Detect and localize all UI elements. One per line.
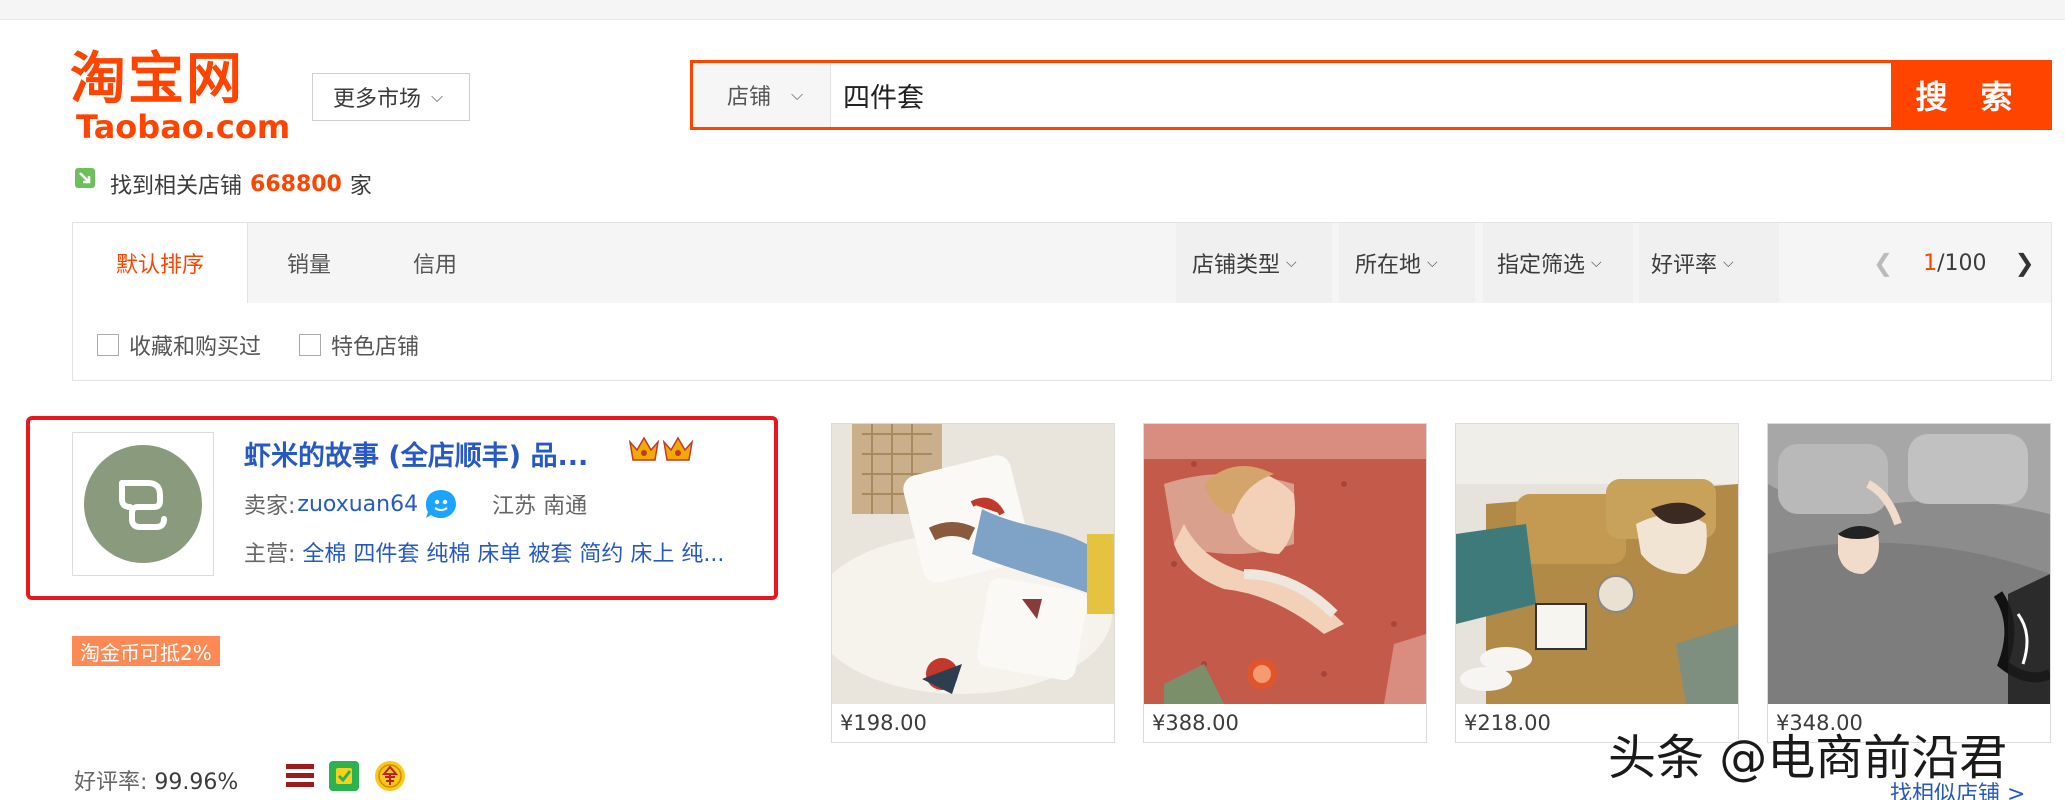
product-card[interactable]: ¥348.00 [1767, 423, 2051, 743]
result-suffix: 家 [349, 174, 372, 199]
filter-purchased-checkbox[interactable]: 收藏和购买过 [97, 329, 261, 361]
filter-featured-checkbox[interactable]: 特色店铺 [299, 329, 419, 361]
pager: ❮ 1 /100 ❯ [1873, 223, 2035, 303]
dropdown-shop-type[interactable]: 店铺类型 ⌵ [1176, 223, 1332, 303]
seller-info: 卖家: zuoxuan64 江苏 南通 [244, 488, 587, 520]
product-card[interactable]: ¥388.00 [1143, 423, 1427, 743]
logo-chinese: 淘宝网 [70, 47, 244, 112]
service-badges [286, 760, 406, 792]
chevron-down-icon: ⌵ [1286, 255, 1297, 271]
search-button[interactable]: 搜 索 [1891, 63, 2049, 127]
checkbox-box[interactable] [299, 334, 321, 356]
chevron-down-icon: ⌵ [1723, 255, 1734, 271]
product-image[interactable] [1456, 424, 1738, 704]
tab-credit[interactable]: 信用 [413, 223, 457, 303]
filter-purchased-label: 收藏和购买过 [129, 335, 262, 360]
rating-info: 好评率: 99.96% [74, 764, 238, 796]
product-price: ¥388.00 [1152, 711, 1239, 735]
filter-row: 收藏和购买过 特色店铺 [72, 303, 2052, 381]
crown-icon [628, 436, 660, 461]
shop-avatar[interactable] [72, 432, 214, 576]
seller-nick-link[interactable]: zuoxuan64 [297, 492, 418, 517]
chevron-down-icon: ⌵ [1591, 255, 1602, 271]
dropdown-filter[interactable]: 指定筛选 ⌵ [1483, 223, 1633, 303]
top-strip [0, 0, 2065, 20]
product-image[interactable] [832, 424, 1114, 704]
next-page-icon[interactable]: ❯ [2015, 249, 2035, 277]
search-type-select[interactable]: 店铺 ⌵ [693, 63, 831, 127]
filter-featured-label: 特色店铺 [331, 335, 420, 360]
chevron-down-icon: ⌵ [1427, 255, 1438, 271]
rating-label: 好评率: [74, 770, 148, 795]
product-card[interactable]: ¥218.00 [1455, 423, 1739, 743]
dropdown-location[interactable]: 所在地 ⌵ [1339, 223, 1475, 303]
stripes-badge-icon[interactable] [286, 762, 314, 790]
dropdown-rating[interactable]: 好评率 ⌵ [1639, 223, 1779, 303]
search-input[interactable] [831, 63, 1891, 127]
product-price: ¥198.00 [840, 711, 927, 735]
product-card[interactable]: ¥198.00 [831, 423, 1115, 743]
dropdown-filter-label: 指定筛选 [1497, 253, 1586, 278]
search-type-label: 店铺 [727, 85, 772, 110]
chevron-down-icon: ⌵ [431, 87, 444, 106]
total-pages: /100 [1937, 250, 1987, 276]
sort-bar: 默认排序 销量 信用 店铺类型 ⌵ 所在地 ⌵ 指定筛选 ⌵ 好评率 ⌵ ❮ 1 /10… [72, 222, 2052, 304]
consumer-protection-icon[interactable] [328, 760, 360, 792]
find-similar-link[interactable]: 找相似店铺 > [1890, 776, 2025, 800]
current-page: 1 [1923, 250, 1938, 276]
tab-default-sort[interactable]: 默认排序 [73, 223, 248, 303]
more-market-label: 更多市场 [333, 87, 422, 112]
result-arrow-icon [75, 168, 95, 188]
main-business-items[interactable]: 全棉 四件套 纯棉 床单 被套 简约 床上 纯... [302, 542, 724, 567]
crown-icon [662, 436, 694, 461]
logo-english: Taobao.com [76, 108, 291, 146]
chevron-down-icon: ⌵ [791, 85, 804, 104]
gold-seller-icon[interactable] [374, 760, 406, 792]
wangwang-chat-icon[interactable] [424, 488, 458, 520]
tab-sales[interactable]: 销量 [287, 223, 331, 303]
main-business-label: 主营: [244, 542, 296, 567]
taojinbi-badge: 淘金币可抵2% [72, 636, 220, 666]
taobao-logo[interactable]: 淘宝网 Taobao.com [70, 47, 291, 146]
result-count: 找到相关店铺 668800 家 [74, 168, 372, 200]
checkbox-box[interactable] [97, 334, 119, 356]
result-prefix: 找到相关店铺 [110, 174, 243, 199]
dropdown-location-label: 所在地 [1355, 253, 1422, 278]
shop-logo-icon [84, 445, 202, 563]
main-business: 主营: 全棉 四件套 纯棉 床单 被套 简约 床上 纯... [244, 536, 724, 568]
shop-location: 江苏 南通 [492, 494, 588, 519]
seller-level-crowns [628, 434, 694, 464]
dropdown-rating-label: 好评率 [1651, 253, 1718, 278]
shop-name-link[interactable]: 虾米的故事 (全店顺丰) 品... [244, 434, 588, 473]
product-image[interactable] [1144, 424, 1426, 704]
rating-value: 99.96% [154, 770, 239, 795]
seller-label: 卖家: [244, 494, 296, 519]
dropdown-shop-type-label: 店铺类型 [1192, 253, 1281, 278]
prev-page-icon[interactable]: ❮ [1873, 249, 1893, 277]
result-number: 668800 [250, 171, 342, 197]
search-bar: 店铺 ⌵ 搜 索 [690, 60, 2052, 130]
more-market-dropdown[interactable]: 更多市场 ⌵ [312, 73, 470, 121]
product-image[interactable] [1768, 424, 2050, 704]
